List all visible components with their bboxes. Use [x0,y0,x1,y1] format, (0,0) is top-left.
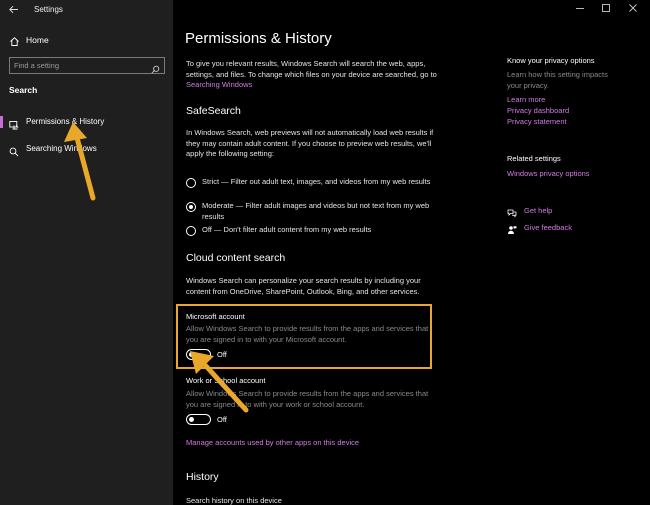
get-help-link[interactable]: Get help [524,206,552,215]
toggle-knob [189,416,194,422]
work-school-account-toggle[interactable] [186,414,211,425]
search-icon [9,144,19,157]
intro-text: To give you relevant results, Windows Se… [186,59,437,89]
cloud-content-description: Windows Search can personalize your sear… [186,276,421,296]
related-settings-heading: Related settings [507,154,561,163]
find-setting-search-box[interactable] [9,57,165,74]
main-content: Permissions & History To give you releva… [173,0,650,505]
find-setting-input[interactable] [14,60,144,71]
radio-button[interactable] [186,226,196,236]
minimize-icon[interactable] [573,3,587,15]
work-school-account-description: Allow Windows Search to provide results … [186,389,429,409]
safesearch-description: In Windows Search, web previews will not… [186,128,434,158]
app-title: Settings [34,5,63,14]
microsoft-account-highlight [176,304,432,369]
radio-button[interactable] [186,178,196,188]
titlebar: Settings [0,0,173,20]
searching-windows-link[interactable]: Searching Windows [186,80,252,89]
sidebar-item-searching-windows[interactable]: Searching Windows [0,140,173,158]
get-help-icon [507,205,517,218]
page-title: Permissions & History [185,30,332,47]
work-school-account-toggle-state: Off [217,415,227,424]
search-history-subheading: Search history on this device [186,496,282,505]
history-heading: History [186,471,219,483]
nav-home[interactable]: Home [0,30,173,50]
search-icon[interactable] [151,61,160,74]
privacy-statement-link[interactable]: Privacy statement [507,117,567,126]
privacy-options-description: Learn how this setting impacts your priv… [507,70,608,90]
home-icon [9,34,20,46]
window-controls [560,0,650,20]
sidebar-item-label: Searching Windows [26,144,97,153]
learn-more-link[interactable]: Learn more [507,95,545,104]
cloud-content-heading: Cloud content search [186,252,286,264]
sidebar: Settings Home Search Permissions & Histo… [0,0,173,505]
privacy-options-heading: Know your privacy options [507,56,595,65]
permissions-icon [9,117,19,130]
active-indicator [0,116,3,128]
give-feedback-link[interactable]: Give feedback [524,223,572,232]
radio-button-selected[interactable] [186,202,196,212]
back-arrow-icon[interactable] [8,4,20,16]
home-label: Home [26,35,49,45]
radio-label: Off — Don't filter adult content from my… [202,225,372,234]
safesearch-heading: SafeSearch [186,105,241,117]
give-feedback-icon [507,222,517,234]
section-label-search: Search [9,85,38,95]
sidebar-item-label: Permissions & History [26,117,105,126]
radio-label: Strict — Filter out adult text, images, … [202,177,431,186]
manage-accounts-link[interactable]: Manage accounts used by other apps on th… [186,438,486,449]
sidebar-item-permissions-history[interactable]: Permissions & History [0,113,173,131]
close-icon[interactable] [626,3,640,15]
maximize-icon[interactable] [599,3,613,15]
privacy-dashboard-link[interactable]: Privacy dashboard [507,106,569,115]
radio-label: Moderate — Filter adult images and video… [202,201,430,221]
work-school-account-title: Work or School account [186,376,266,385]
windows-privacy-options-link[interactable]: Windows privacy options [507,169,590,178]
